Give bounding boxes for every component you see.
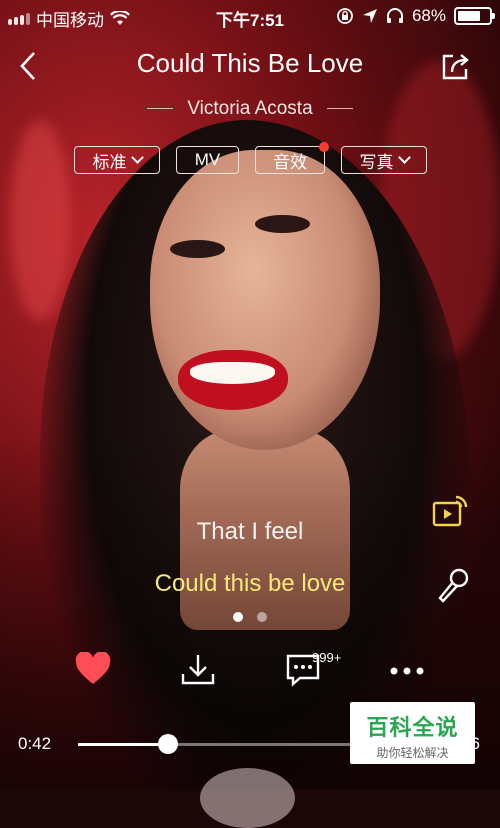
heart-icon bbox=[75, 651, 111, 684]
more-button[interactable] bbox=[388, 664, 426, 682]
battery-percent: 68% bbox=[411, 6, 446, 25]
location-icon bbox=[362, 9, 377, 23]
watermark-subtitle: 助你轻松解决 bbox=[376, 746, 449, 760]
watermark-title: 百科全说 bbox=[366, 715, 459, 740]
headphones-icon bbox=[386, 8, 403, 23]
song-title: Could This Be Love bbox=[136, 48, 364, 78]
notification-dot bbox=[319, 142, 329, 152]
more-icon bbox=[390, 667, 424, 675]
tag-sound-effect[interactable]: 音效 bbox=[255, 142, 329, 174]
lyric-current-line: Could this be love bbox=[154, 570, 346, 597]
like-button[interactable] bbox=[74, 651, 112, 691]
tag-mv[interactable]: MV bbox=[176, 146, 239, 174]
battery-icon bbox=[454, 7, 495, 25]
play-button-partial[interactable] bbox=[200, 768, 295, 828]
page-indicator bbox=[0, 612, 500, 622]
chevron-down-icon bbox=[397, 150, 411, 164]
share-button[interactable] bbox=[440, 50, 472, 87]
tag-photos[interactable]: 写真 bbox=[341, 146, 427, 174]
lock-rotation-icon bbox=[337, 8, 353, 24]
feature-tags: 标准 MV 音效 写真 bbox=[74, 142, 427, 174]
page-dot bbox=[233, 612, 243, 622]
comment-count-badge: 999+ bbox=[312, 650, 342, 665]
elapsed-time: 0:42 bbox=[18, 734, 52, 753]
player-header: Could This Be Love bbox=[0, 44, 500, 88]
tag-quality[interactable]: 标准 bbox=[74, 146, 160, 174]
watermark-logo: 百科全说 助你轻松解决 bbox=[350, 702, 475, 764]
lyric-previous-line: That I feel bbox=[196, 518, 304, 545]
artist-name-row[interactable]: Victoria Acosta bbox=[0, 98, 500, 120]
artist-name: Victoria Acosta bbox=[187, 98, 313, 119]
share-icon bbox=[442, 54, 469, 80]
download-icon bbox=[181, 655, 215, 685]
progress-knob[interactable] bbox=[157, 734, 178, 754]
status-bar: 中国移动 下午7:51 68% bbox=[0, 0, 500, 32]
progress-fill bbox=[78, 743, 168, 746]
page-dot bbox=[257, 612, 267, 622]
download-button[interactable] bbox=[180, 652, 216, 693]
action-bar bbox=[0, 651, 500, 693]
chevron-down-icon bbox=[130, 150, 144, 164]
